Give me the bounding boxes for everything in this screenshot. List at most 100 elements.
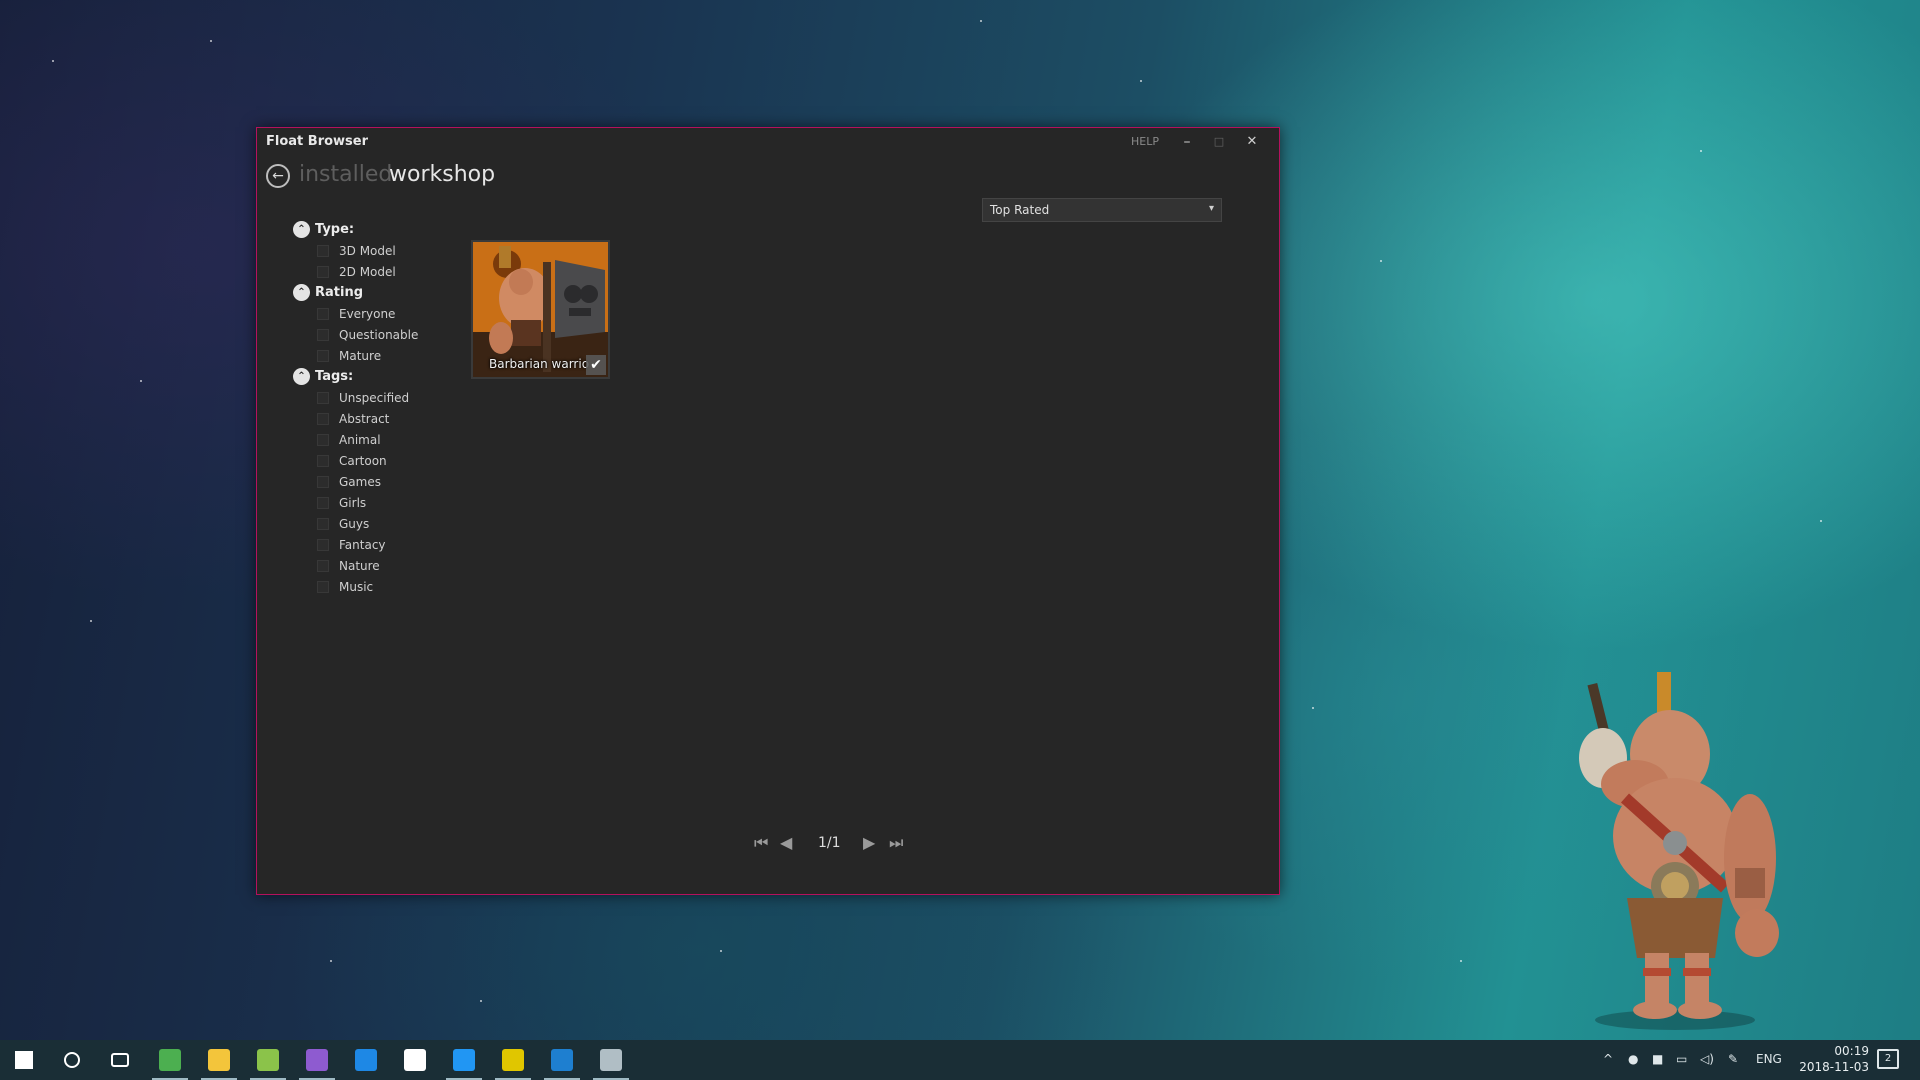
filter-option[interactable]: 2D Model	[293, 261, 463, 282]
pen-icon[interactable]: ✎	[1728, 1052, 1738, 1066]
previous-page-button[interactable]: ◀	[780, 828, 792, 858]
start-icon[interactable]	[0, 1040, 48, 1080]
filter-option[interactable]: Animal	[293, 429, 463, 450]
filter-option[interactable]: Music	[293, 576, 463, 597]
filter-option-label: Animal	[339, 432, 381, 447]
maps-icon[interactable]	[342, 1040, 390, 1080]
filter-option-label: Nature	[339, 558, 380, 573]
sort-dropdown[interactable]: Top Rated ▾	[982, 198, 1222, 222]
action-center-icon[interactable]: 2	[1877, 1049, 1899, 1069]
paint-icon[interactable]	[440, 1040, 488, 1080]
installed-check-icon: ✔	[586, 355, 606, 375]
filter-option[interactable]: Fantacy	[293, 534, 463, 555]
filter-option[interactable]: Questionable	[293, 324, 463, 345]
filter-group-header[interactable]: ⌃ Rating	[293, 282, 463, 303]
filter-checkbox[interactable]	[317, 517, 329, 530]
filter-checkbox[interactable]	[317, 412, 329, 425]
filter-option-label: Questionable	[339, 327, 419, 342]
filter-checkbox[interactable]	[317, 265, 329, 278]
collapse-chevron-icon[interactable]: ⌃	[293, 221, 310, 238]
clock[interactable]: 00:19 2018-11-03	[1785, 1043, 1869, 1075]
filter-group-header[interactable]: ⌃ Tags:	[293, 366, 463, 387]
star	[1380, 260, 1382, 262]
mascot-app-icon-glyph	[600, 1049, 622, 1071]
filter-checkbox[interactable]	[317, 454, 329, 467]
unity-icon[interactable]	[391, 1040, 439, 1080]
file-explorer-icon-glyph	[208, 1049, 230, 1071]
first-page-button[interactable]: ⏮	[754, 828, 768, 858]
filter-checkbox[interactable]	[317, 580, 329, 593]
filter-checkbox[interactable]	[317, 349, 329, 362]
filter-group-header[interactable]: ⌃ Type:	[293, 219, 463, 240]
close-button[interactable]: ✕	[1237, 130, 1267, 154]
filter-checkbox[interactable]	[317, 559, 329, 572]
star	[140, 380, 142, 382]
filter-option[interactable]: Mature	[293, 345, 463, 366]
tray-overflow-chevron-icon[interactable]: ^	[1603, 1052, 1613, 1066]
filter-group-label: Tags:	[315, 369, 354, 384]
app-tray-icon[interactable]: ■	[1652, 1052, 1663, 1066]
title-bar[interactable]: Float Browser HELP – □ ✕	[257, 128, 1279, 156]
star	[1140, 80, 1142, 82]
filter-option[interactable]: Unspecified	[293, 387, 463, 408]
notepad-plus-icon[interactable]	[244, 1040, 292, 1080]
filter-option[interactable]: Guys	[293, 513, 463, 534]
float-app-icon[interactable]	[489, 1040, 537, 1080]
desktop-mascot-barbarian[interactable]	[1545, 668, 1805, 1038]
language-indicator[interactable]: ENG	[1756, 1052, 1782, 1066]
tab-installed[interactable]: installed	[299, 162, 392, 187]
tab-workshop[interactable]: workshop	[389, 162, 495, 187]
filter-checkbox[interactable]	[317, 475, 329, 488]
float-browser-window: Float Browser HELP – □ ✕ ← installed wor…	[256, 127, 1280, 895]
star	[330, 960, 332, 962]
filter-option[interactable]: Games	[293, 471, 463, 492]
next-page-button[interactable]: ▶	[863, 828, 875, 858]
maximize-button[interactable]: □	[1204, 130, 1234, 154]
mascot-app-icon[interactable]	[587, 1040, 635, 1080]
visual-studio-icon[interactable]	[293, 1040, 341, 1080]
filter-option[interactable]: 3D Model	[293, 240, 463, 261]
window-title: Float Browser	[266, 134, 369, 149]
filter-checkbox[interactable]	[317, 496, 329, 509]
workshop-item-card[interactable]: Barbarian warrio ✔	[471, 240, 610, 379]
collapse-chevron-icon[interactable]: ⌃	[293, 368, 310, 385]
chrome-icon[interactable]	[146, 1040, 194, 1080]
filter-option-label: 2D Model	[339, 264, 396, 279]
task-view-icon[interactable]	[96, 1040, 144, 1080]
filter-checkbox[interactable]	[317, 328, 329, 341]
star	[1460, 960, 1462, 962]
help-link[interactable]: HELP	[1131, 135, 1159, 148]
filter-option-label: Mature	[339, 348, 382, 363]
filter-option[interactable]: Abstract	[293, 408, 463, 429]
star	[480, 1000, 482, 1002]
collapse-chevron-icon[interactable]: ⌃	[293, 284, 310, 301]
file-explorer-icon[interactable]	[195, 1040, 243, 1080]
star	[1312, 707, 1314, 709]
filter-checkbox[interactable]	[317, 391, 329, 404]
steam-tray-icon[interactable]: ●	[1628, 1052, 1638, 1066]
filter-option[interactable]: Cartoon	[293, 450, 463, 471]
back-button[interactable]: ←	[266, 164, 290, 188]
filter-option-label: Cartoon	[339, 453, 387, 468]
star	[980, 20, 982, 22]
filter-option-label: Games	[339, 474, 381, 489]
filter-checkbox[interactable]	[317, 307, 329, 320]
filter-option-label: 3D Model	[339, 243, 396, 258]
filter-option[interactable]: Girls	[293, 492, 463, 513]
visual-studio-icon-glyph	[306, 1049, 328, 1071]
cortana-search-icon[interactable]	[48, 1040, 96, 1080]
filter-checkbox[interactable]	[317, 538, 329, 551]
filter-option[interactable]: Nature	[293, 555, 463, 576]
last-page-button[interactable]: ⏭	[889, 828, 903, 858]
star	[1820, 520, 1822, 522]
sort-selected-value: Top Rated	[990, 203, 1050, 217]
volume-icon[interactable]: ◁)	[1700, 1052, 1714, 1066]
network-icon[interactable]: ▭	[1676, 1052, 1687, 1066]
filter-option-label: Everyone	[339, 306, 396, 321]
float-browser-icon[interactable]	[538, 1040, 586, 1080]
filter-option[interactable]: Everyone	[293, 303, 463, 324]
page-indicator: 1/1	[818, 835, 841, 851]
filter-checkbox[interactable]	[317, 433, 329, 446]
minimize-button[interactable]: –	[1172, 130, 1202, 154]
filter-checkbox[interactable]	[317, 244, 329, 257]
